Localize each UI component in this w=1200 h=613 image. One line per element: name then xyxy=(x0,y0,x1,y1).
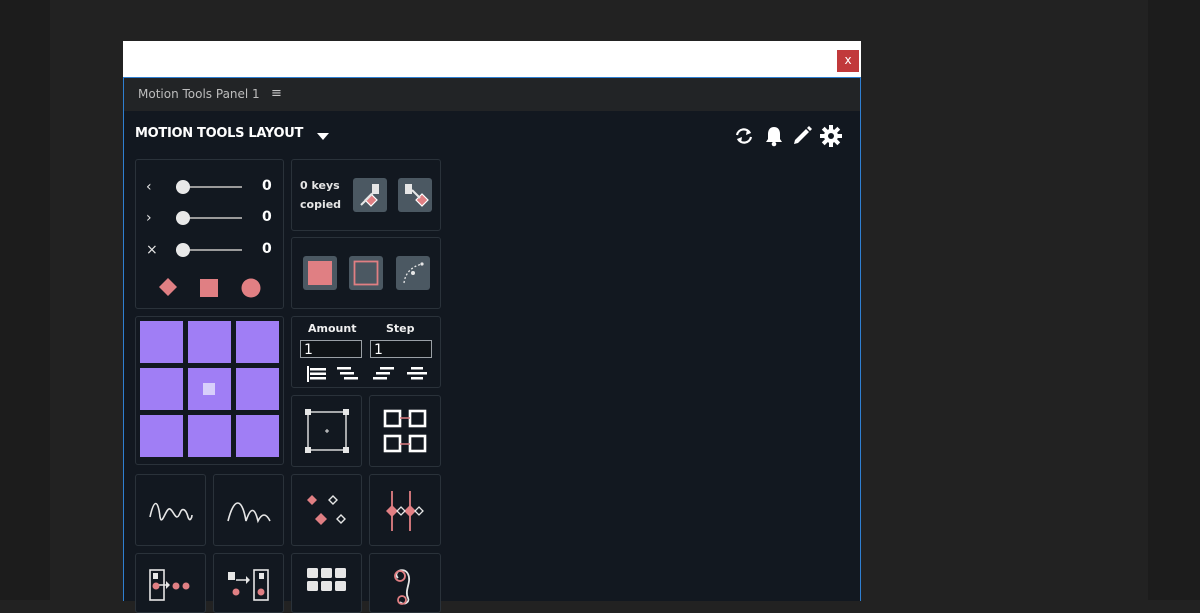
scatter-keys-card[interactable] xyxy=(291,474,362,546)
sequence-keyframes-icon xyxy=(386,491,424,531)
filled-square-icon xyxy=(308,261,332,285)
anchor-center-marker xyxy=(203,383,215,395)
wiggle-card[interactable] xyxy=(135,474,206,546)
grid-tiles-icon xyxy=(307,568,346,591)
keys-copied-text: copied xyxy=(300,198,342,211)
anchor-middle-left[interactable] xyxy=(140,368,183,410)
ease-both-value: 0 xyxy=(262,241,272,257)
tab-motion-tools-panel[interactable]: Motion Tools Panel 1 xyxy=(138,87,260,101)
move-layer-card[interactable] xyxy=(213,553,284,613)
shape-layers-card xyxy=(291,237,441,309)
ease-out-value: 0 xyxy=(262,209,272,225)
grid-buttons-card[interactable] xyxy=(291,553,362,613)
layout-title[interactable]: MOTION TOOLS LAYOUT xyxy=(135,126,303,141)
move-layer-icon xyxy=(228,569,269,601)
stagger-left-icon[interactable] xyxy=(372,365,396,383)
ease-out-slider-handle[interactable] xyxy=(176,211,190,225)
paste-keys-button[interactable] xyxy=(398,178,432,212)
bounce-card[interactable] xyxy=(213,474,284,546)
gear-icon[interactable] xyxy=(820,125,842,147)
tab-bar: Motion Tools Panel 1 ≡ xyxy=(124,78,860,111)
copy-keys-button[interactable] xyxy=(353,178,387,212)
ease-in-value: 0 xyxy=(262,178,272,194)
step-label: Step xyxy=(386,322,415,335)
scatter-keyframes-icon xyxy=(307,495,346,525)
anchor-top-center[interactable] xyxy=(188,321,231,363)
spiral-path-icon xyxy=(394,569,411,605)
sequence-keys-card[interactable] xyxy=(369,474,441,546)
panel-window: x Motion Tools Panel 1 ≡ MOTION TOOLS LA… xyxy=(123,41,861,613)
tab-menu-icon[interactable]: ≡ xyxy=(271,86,282,101)
copy-keys-card: 0 keys copied xyxy=(291,159,441,231)
chevron-down-icon[interactable] xyxy=(317,133,329,140)
refresh-icon[interactable] xyxy=(733,125,755,147)
bell-icon[interactable] xyxy=(763,125,785,147)
grid-squares-icon xyxy=(383,409,427,453)
panel-frame: Motion Tools Panel 1 ≡ MOTION TOOLS LAYO… xyxy=(123,77,861,613)
anchor-grid xyxy=(140,321,280,459)
anchor-bottom-center[interactable] xyxy=(188,415,231,457)
grid-layout-card[interactable] xyxy=(369,395,441,467)
amount-input[interactable]: 1 xyxy=(300,340,362,358)
ease-both-slider-handle[interactable] xyxy=(176,243,190,257)
solid-layer-button[interactable] xyxy=(303,256,337,290)
stagger-right-icon[interactable] xyxy=(336,365,360,383)
anchor-center[interactable] xyxy=(188,368,231,410)
keys-copied-status: 0 keys copied xyxy=(300,176,341,214)
ease-both-row: × 0 xyxy=(146,240,276,260)
amount-label: Amount xyxy=(308,322,357,335)
ease-in-row: ‹ 0 xyxy=(146,177,276,197)
move-keys-card[interactable] xyxy=(135,553,206,613)
close-button[interactable]: x xyxy=(837,50,859,72)
spiral-path-card[interactable] xyxy=(369,553,441,613)
move-anchor-icon xyxy=(149,569,190,601)
bounding-box-icon xyxy=(305,409,349,453)
anchor-top-right[interactable] xyxy=(236,321,279,363)
pencil-icon[interactable] xyxy=(791,125,813,147)
motion-tools-panel: MOTION TOOLS LAYOUT ‹ 0 › 0 × 0 0 keys c… xyxy=(124,111,860,613)
outline-square-icon xyxy=(353,260,379,286)
chevron-left-icon: ‹ xyxy=(146,179,152,195)
window-titlebar[interactable]: x xyxy=(123,41,861,77)
anchor-middle-right[interactable] xyxy=(236,368,279,410)
chevron-right-icon: › xyxy=(146,210,152,226)
circle-keyframe-icon[interactable] xyxy=(241,278,261,298)
paste-keys-icon xyxy=(405,184,429,207)
bezier-curve-icon xyxy=(403,262,424,284)
shape-layer-button[interactable] xyxy=(349,256,383,290)
align-center-stack-icon[interactable] xyxy=(405,365,429,383)
square-keyframe-icon[interactable] xyxy=(200,279,218,297)
wiggle-icon xyxy=(149,502,193,521)
desktop-right-strip xyxy=(1148,0,1200,600)
offset-card: Amount Step 1 1 xyxy=(291,316,441,388)
keys-count-text: 0 keys xyxy=(300,179,340,192)
copy-keys-icon xyxy=(360,184,379,207)
null-path-button[interactable] xyxy=(396,256,430,290)
anchor-bottom-right[interactable] xyxy=(236,415,279,457)
desktop-left-strip xyxy=(0,0,50,600)
step-input[interactable]: 1 xyxy=(370,340,432,358)
center-anchor-card[interactable] xyxy=(291,395,362,467)
diamond-keyframe-icon[interactable] xyxy=(158,277,178,297)
ease-in-slider-handle[interactable] xyxy=(176,180,190,194)
ease-out-row: › 0 xyxy=(146,208,276,228)
anchor-bottom-left[interactable] xyxy=(140,415,183,457)
cross-icon: × xyxy=(146,242,158,258)
anchor-point-card xyxy=(135,316,284,465)
align-left-stack-icon[interactable] xyxy=(306,365,328,383)
ease-sliders-card: ‹ 0 › 0 × 0 xyxy=(135,159,284,309)
bounce-icon xyxy=(227,502,271,524)
anchor-top-left[interactable] xyxy=(140,321,183,363)
